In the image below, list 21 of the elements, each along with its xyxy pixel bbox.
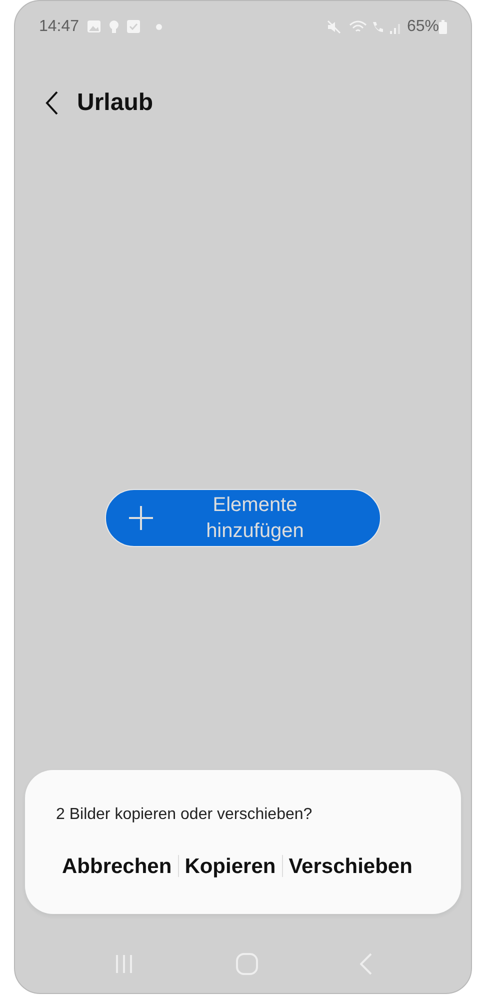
back-nav-icon[interactable] [360,953,372,976]
plus-icon [128,504,154,530]
battery-icon [439,20,447,34]
wifi-icon [348,20,367,34]
status-time: 14:47 [39,16,80,37]
dialog-button[interactable]: Kopieren [178,850,282,882]
mute-icon [326,20,341,34]
back-icon[interactable] [45,90,59,115]
phone-icon [370,20,385,34]
bulb-icon [109,20,120,34]
dot-icon [156,24,162,30]
recent-apps-icon[interactable] [114,954,134,974]
home-icon[interactable] [236,953,258,976]
checkbox-icon [127,20,140,34]
page-title: Urlaub [77,88,154,118]
add-items-button[interactable]: Elemente hinzufügen [105,488,381,546]
dialog-button[interactable]: Verschieben [282,850,418,882]
battery-percent: 65% [406,16,439,37]
dialog-message: 2 Bilder kopieren oder verschieben? [56,804,314,824]
dialog-button[interactable]: Abbrechen [56,850,178,882]
image-icon [87,20,102,34]
